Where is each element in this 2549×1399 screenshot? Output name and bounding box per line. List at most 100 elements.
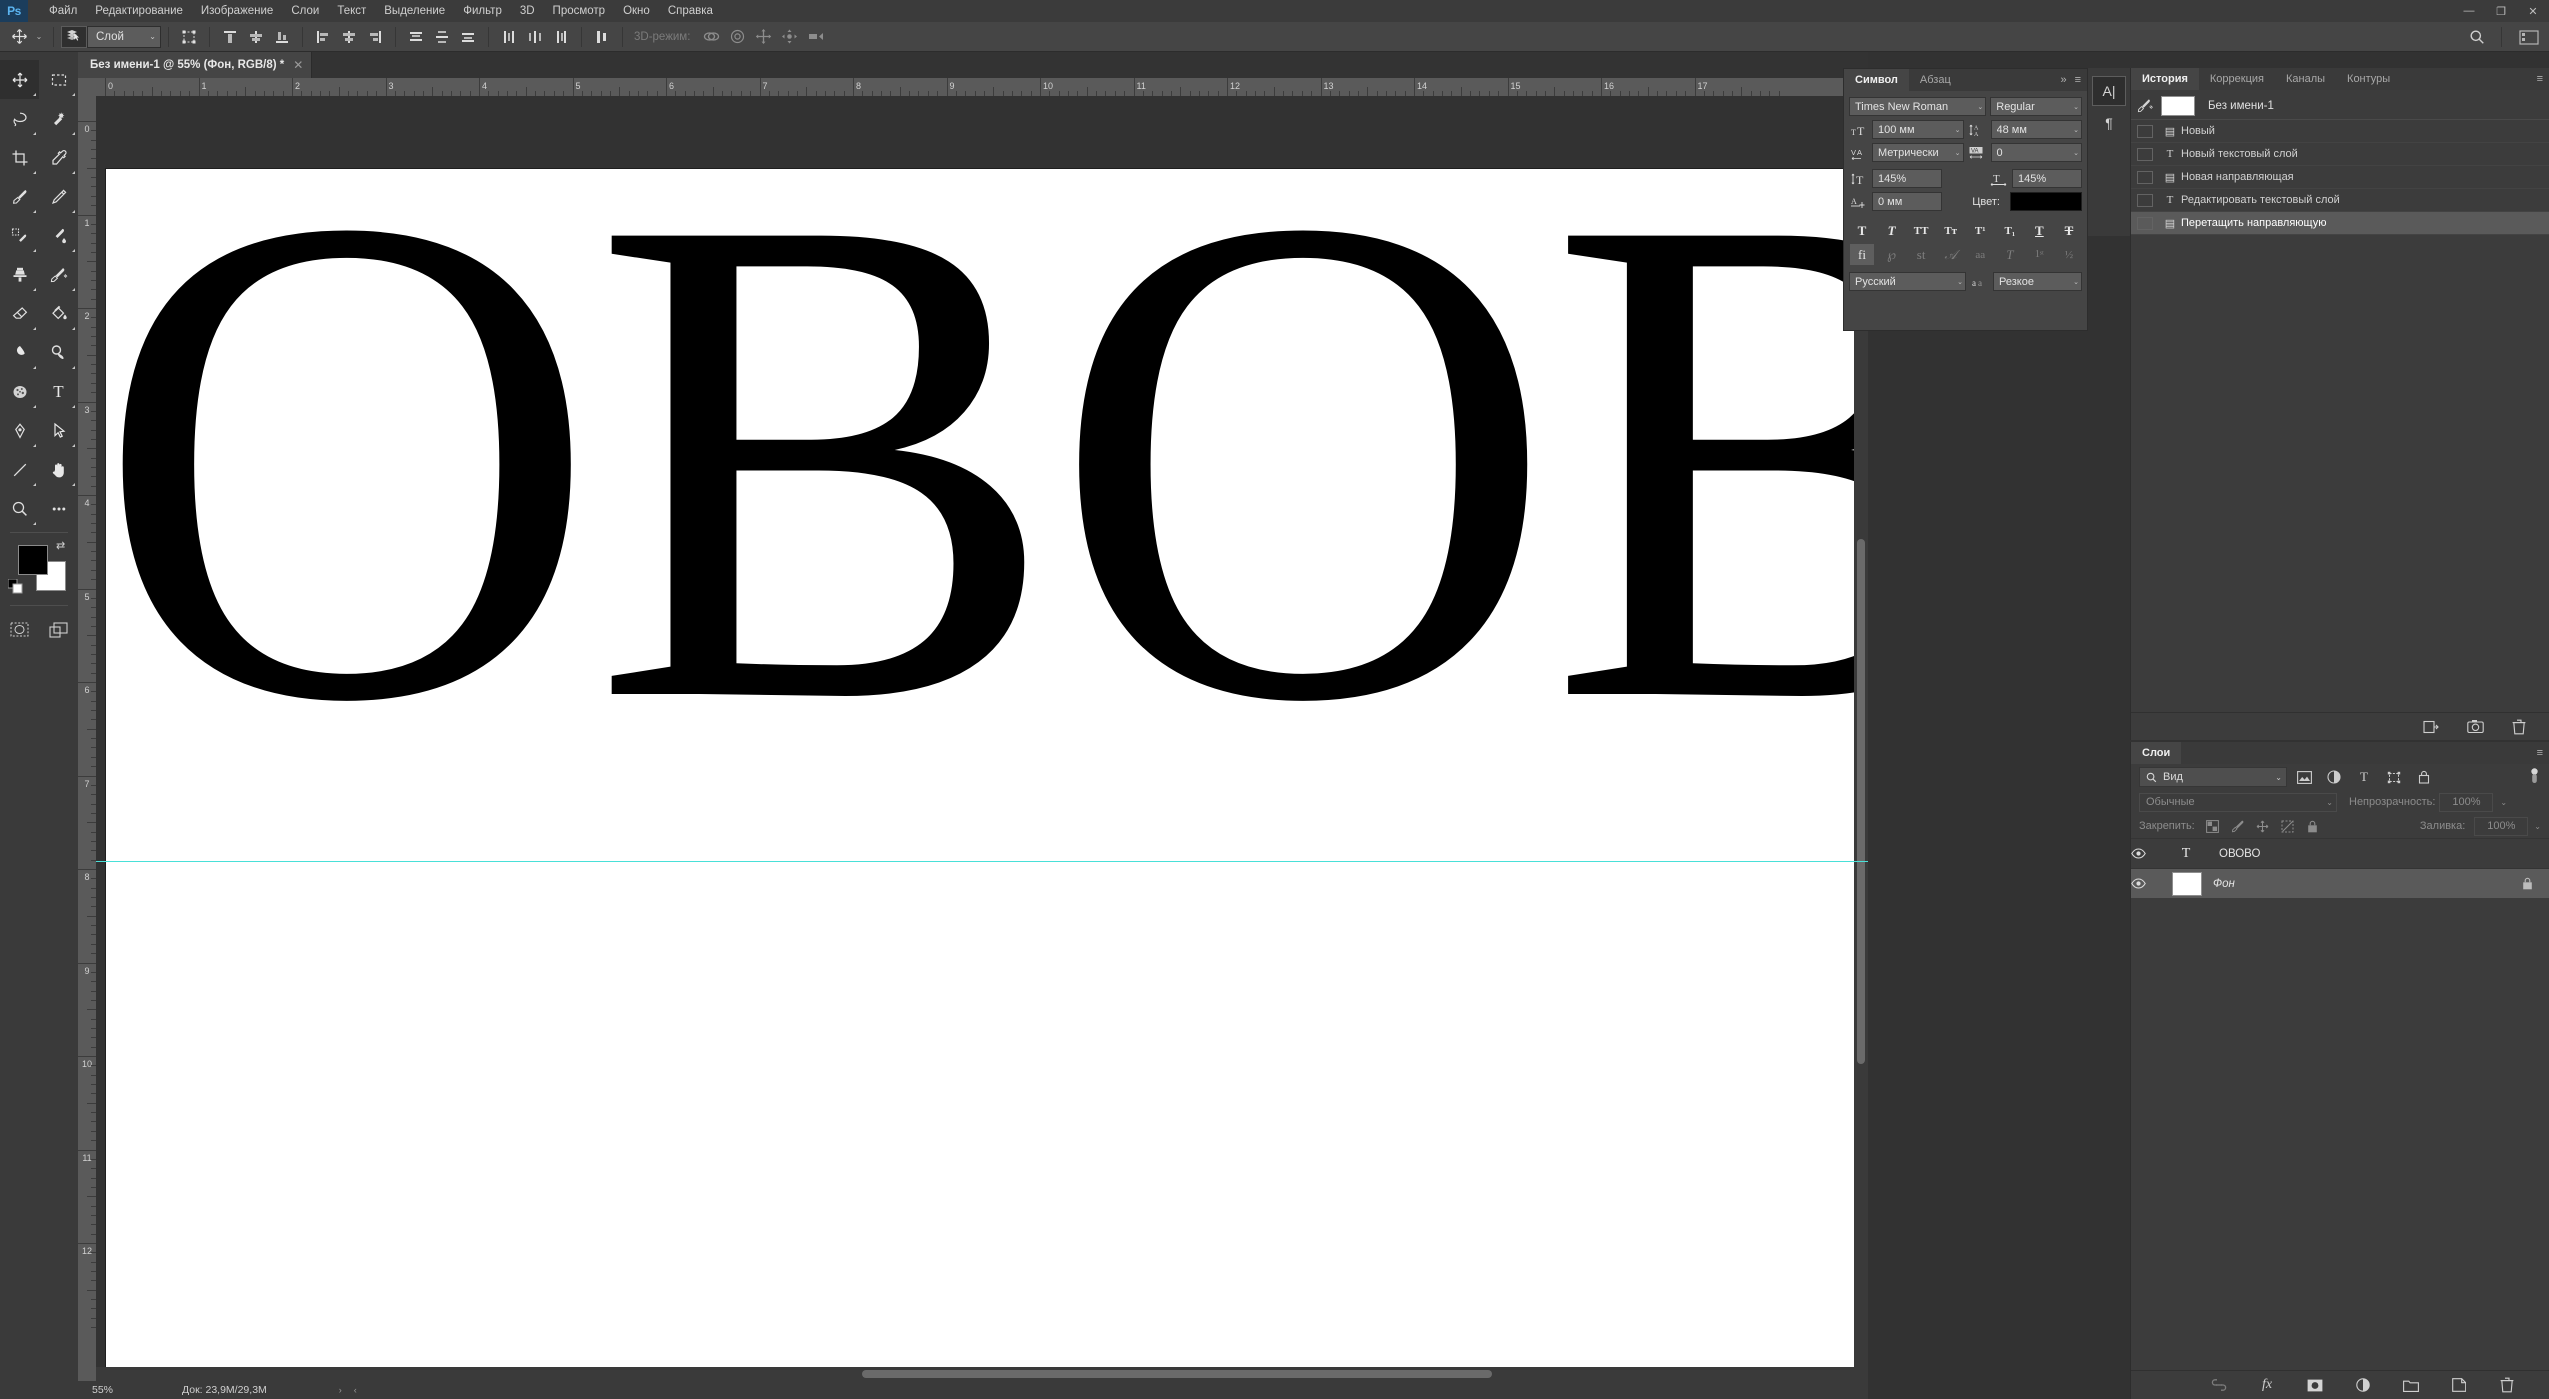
healing-brush-tool[interactable] bbox=[0, 216, 39, 255]
type-tool[interactable]: T bbox=[39, 372, 78, 411]
history-source-toggle[interactable] bbox=[2137, 147, 2153, 161]
align-vertical-centers-button[interactable] bbox=[243, 26, 269, 48]
filter-pixel-icon[interactable] bbox=[2291, 767, 2317, 787]
tracking-input[interactable]: 0 ⌄ bbox=[1990, 143, 2082, 162]
filter-type-icon[interactable]: T bbox=[2351, 767, 2377, 787]
lock-transparent-icon[interactable] bbox=[2202, 816, 2224, 836]
new-layer-icon[interactable] bbox=[2450, 1376, 2468, 1394]
move-tool[interactable] bbox=[0, 60, 39, 99]
horizontal-ruler[interactable]: 0 1 2 3 4 5 6 7 8 9 10 11 12 13 14 15 16 17 bbox=[78, 78, 1868, 96]
path-selection-tool[interactable] bbox=[39, 411, 78, 450]
lock-position-icon[interactable] bbox=[2252, 816, 2274, 836]
menu-type[interactable]: Текст bbox=[328, 1, 375, 21]
character-panel-icon[interactable]: A| bbox=[2092, 76, 2126, 106]
line-tool[interactable] bbox=[0, 450, 39, 489]
antialias-select[interactable]: Резкое ⌄ bbox=[1993, 272, 2082, 291]
foreground-color-swatch[interactable] bbox=[18, 545, 48, 575]
pan-3d-icon[interactable] bbox=[750, 26, 776, 48]
history-source-toggle[interactable] bbox=[2137, 216, 2153, 230]
snapshot-thumbnail[interactable] bbox=[2161, 95, 2195, 116]
pencil-tool[interactable] bbox=[39, 177, 78, 216]
layer-row-background[interactable]: Фон bbox=[2131, 868, 2549, 898]
menu-filter[interactable]: Фильтр bbox=[454, 1, 511, 21]
kerning-select[interactable]: Метрически ⌄ bbox=[1872, 143, 1964, 162]
document-tab[interactable]: Без имени-1 @ 55% (Фон, RGB/8) * ✕ bbox=[78, 52, 313, 78]
align-right-edges-button[interactable] bbox=[362, 26, 388, 48]
eraser-tool[interactable] bbox=[0, 294, 39, 333]
tab-paragraph[interactable]: Абзац bbox=[1909, 69, 1962, 91]
menu-3d[interactable]: 3D bbox=[511, 1, 544, 21]
restore-button[interactable]: ❐ bbox=[2485, 0, 2517, 22]
delete-state-icon[interactable] bbox=[2510, 718, 2528, 736]
fill-value[interactable]: 100% bbox=[2474, 816, 2529, 836]
font-size-input[interactable]: 100 мм ⌄ bbox=[1872, 120, 1964, 139]
faux-bold-button[interactable]: T bbox=[1850, 220, 1874, 241]
underline-button[interactable]: T bbox=[2027, 220, 2051, 241]
align-bottom-edges-button[interactable] bbox=[269, 26, 295, 48]
hand-tool[interactable] bbox=[39, 450, 78, 489]
collapse-panel-icon[interactable]: » bbox=[2060, 74, 2066, 86]
horizontal-guide[interactable] bbox=[96, 861, 1868, 862]
delete-layer-icon[interactable] bbox=[2498, 1376, 2516, 1394]
slide-3d-icon[interactable] bbox=[776, 26, 802, 48]
tab-character[interactable]: Символ bbox=[1844, 69, 1909, 91]
distribute-bottom-edges-button[interactable] bbox=[455, 26, 481, 48]
tab-paths[interactable]: Контуры bbox=[2336, 68, 2401, 90]
zoom-tool[interactable] bbox=[0, 489, 39, 528]
font-family-select[interactable]: Times New Roman ⌄ bbox=[1849, 97, 1987, 116]
workspace-icon[interactable] bbox=[2509, 26, 2549, 48]
scale-3d-icon[interactable] bbox=[802, 26, 828, 48]
opacity-value[interactable]: 100% bbox=[2439, 792, 2494, 812]
paragraph-panel-icon[interactable]: ¶ bbox=[2092, 108, 2126, 138]
horizontal-scrollbar-thumb[interactable] bbox=[862, 1370, 1492, 1378]
tab-adjustments[interactable]: Коррекция bbox=[2199, 68, 2275, 90]
layer-filter-kind-select[interactable]: Вид ⌄ bbox=[2139, 767, 2287, 787]
new-group-icon[interactable] bbox=[2402, 1376, 2420, 1394]
filter-enable-toggle[interactable] bbox=[2527, 767, 2541, 787]
crop-tool[interactable] bbox=[0, 138, 39, 177]
canvas-text-layer[interactable]: ОВОВО bbox=[96, 109, 1868, 809]
lasso-tool[interactable] bbox=[0, 99, 39, 138]
history-state-row[interactable]: ▤ Новая направляющая bbox=[2131, 166, 2549, 189]
panel-menu-icon[interactable]: ≡ bbox=[2075, 74, 2081, 86]
rectangular-marquee-tool[interactable] bbox=[39, 60, 78, 99]
history-source-toggle[interactable] bbox=[2137, 170, 2153, 184]
distribute-right-edges-button[interactable] bbox=[548, 26, 574, 48]
discretionary-ligatures-button[interactable]: st bbox=[1909, 244, 1933, 265]
canvas-viewport[interactable]: ОВОВО bbox=[96, 96, 1868, 1399]
leading-input[interactable]: 48 мм ⌄ bbox=[1990, 120, 2082, 139]
menu-layers[interactable]: Слои bbox=[282, 1, 328, 21]
layer-mask-icon[interactable] bbox=[2306, 1376, 2324, 1394]
zoom-level[interactable]: 55% bbox=[78, 1384, 140, 1396]
menu-file[interactable]: Файл bbox=[40, 1, 86, 21]
menu-image[interactable]: Изображение bbox=[192, 1, 282, 21]
all-caps-button[interactable]: TT bbox=[1909, 220, 1933, 241]
history-state-row[interactable]: ▤ Новый bbox=[2131, 120, 2549, 143]
baseline-shift-input[interactable]: 0 мм bbox=[1872, 192, 1942, 211]
default-colors-icon[interactable] bbox=[8, 579, 23, 594]
opacity-chevron-down-icon[interactable]: ⌄ bbox=[2500, 798, 2507, 807]
align-and-distribute-button[interactable] bbox=[589, 26, 615, 48]
fractions-button[interactable]: ½ bbox=[2057, 244, 2081, 265]
menu-window[interactable]: Окно bbox=[614, 1, 659, 21]
orbit-3d-icon[interactable] bbox=[698, 26, 724, 48]
menu-view[interactable]: Просмотр bbox=[544, 1, 615, 21]
history-state-row[interactable]: T Редактировать текстовый слой bbox=[2131, 189, 2549, 212]
distribute-top-edges-button[interactable] bbox=[403, 26, 429, 48]
history-source-toggle[interactable] bbox=[2137, 124, 2153, 138]
paint-bucket-tool[interactable] bbox=[39, 294, 78, 333]
status-expand-icon[interactable]: › bbox=[339, 1385, 342, 1395]
history-brush-tool[interactable] bbox=[39, 255, 78, 294]
link-layers-icon[interactable] bbox=[2210, 1376, 2228, 1394]
align-top-edges-button[interactable] bbox=[217, 26, 243, 48]
minimize-button[interactable]: — bbox=[2453, 0, 2485, 22]
edit-toolbar-tool[interactable] bbox=[39, 489, 78, 528]
align-left-edges-button[interactable] bbox=[310, 26, 336, 48]
close-button[interactable]: ✕ bbox=[2517, 0, 2549, 22]
tab-channels[interactable]: Каналы bbox=[2275, 68, 2336, 90]
swap-colors-icon[interactable]: ⇄ bbox=[56, 539, 65, 552]
close-icon[interactable]: ✕ bbox=[293, 58, 303, 72]
menu-select[interactable]: Выделение bbox=[375, 1, 454, 21]
dodge-tool[interactable] bbox=[39, 333, 78, 372]
horizontal-scale-input[interactable]: 145% bbox=[2012, 169, 2082, 188]
